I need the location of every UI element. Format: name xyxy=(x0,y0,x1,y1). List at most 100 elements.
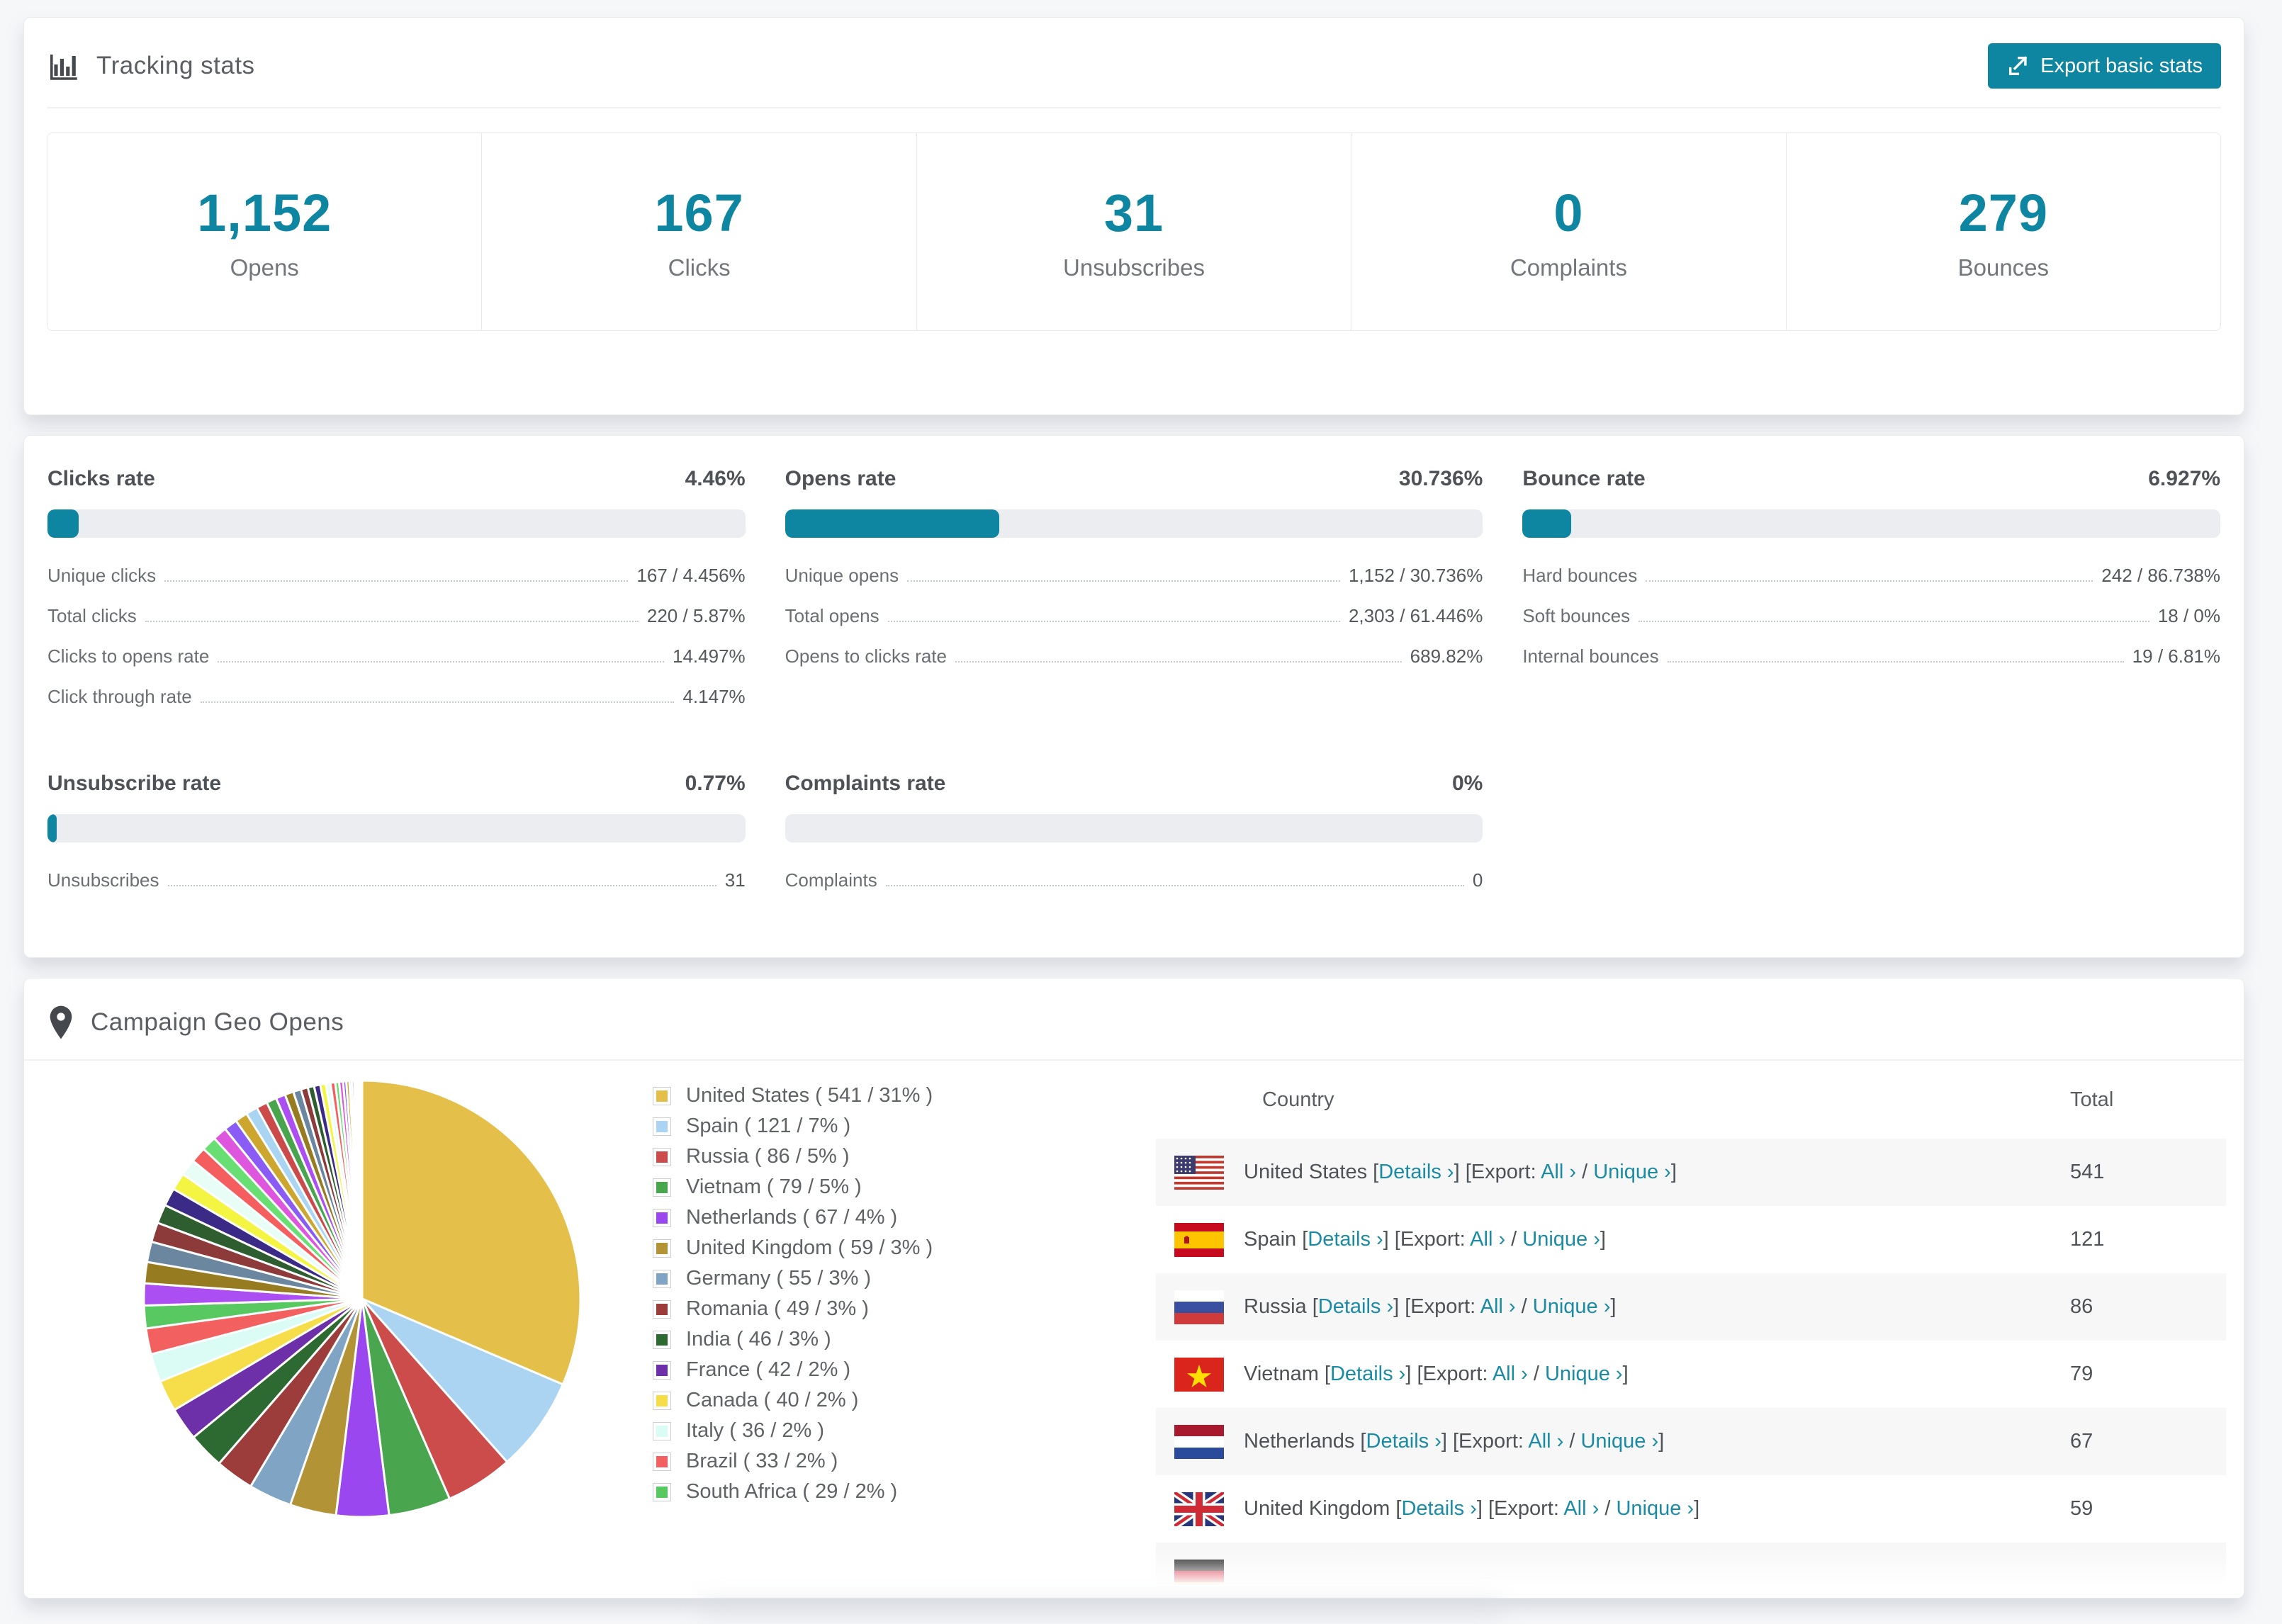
tracking-stats-card: Tracking stats Export basic stats 1,152 … xyxy=(23,17,2244,415)
dotted-leader xyxy=(1639,621,2149,622)
legend-label: Canada ( 40 / 2% ) xyxy=(686,1389,859,1411)
rate-stat-value: 689.82% xyxy=(1410,645,1483,667)
table-row-netherlands: Netherlands [Details ›] [Export: All › /… xyxy=(1156,1408,2226,1475)
legend-swatch xyxy=(653,1421,671,1440)
table-row-russia: Russia [Details ›] [Export: All › / Uniq… xyxy=(1156,1273,2226,1341)
flag-es-icon xyxy=(1174,1222,1224,1257)
rate-stat-row: Total clicks 220 / 5.87% xyxy=(47,605,746,627)
stat-box-unsubscribes: 31 Unsubscribes xyxy=(916,132,1352,331)
legend-swatch xyxy=(653,1178,671,1197)
geo-table-body: United States [Details ›] [Export: All ›… xyxy=(1156,1139,2226,1598)
rate-title: Opens rate xyxy=(785,467,896,490)
export-all-link[interactable]: All › xyxy=(1541,1161,1576,1183)
table-row-de xyxy=(1156,1543,2226,1598)
rate-stat-row: Complaints 0 xyxy=(785,869,1483,891)
legend-item-vietnam: Vietnam ( 79 / 5% ) xyxy=(653,1172,933,1202)
legend-label: Vietnam ( 79 / 5% ) xyxy=(686,1175,862,1198)
country-total: 79 xyxy=(2070,1363,2093,1385)
table-row-vietnam: Vietnam [Details ›] [Export: All › / Uni… xyxy=(1156,1341,2226,1408)
stat-box-bounces: 279 Bounces xyxy=(1785,132,2222,331)
flag-gb-icon xyxy=(1174,1492,1224,1526)
column-header-country: Country xyxy=(1262,1088,1334,1111)
legend-label: France ( 42 / 2% ) xyxy=(686,1358,851,1381)
rate-stat-value: 2,303 / 61.446% xyxy=(1348,605,1483,626)
rate-stat-value: 167 / 4.456% xyxy=(636,565,746,586)
legend-swatch xyxy=(653,1086,671,1105)
legend-label: Italy ( 36 / 2% ) xyxy=(686,1419,825,1442)
rate-stat-value: 1,152 / 30.736% xyxy=(1348,565,1483,586)
rate-stat-row: Unsubscribes 31 xyxy=(47,869,746,891)
country-cell-text: United States [Details ›] [Export: All ›… xyxy=(1244,1161,1677,1183)
rate-stat-label: Soft bounces xyxy=(1522,605,1631,626)
dotted-leader xyxy=(218,661,664,662)
rate-value: 30.736% xyxy=(1398,467,1483,490)
stat-value: 167 xyxy=(654,183,744,242)
rate-stat-label: Internal bounces xyxy=(1522,645,1659,667)
rate-stat-label: Total clicks xyxy=(47,605,137,626)
legend-item-canada: Canada ( 40 / 2% ) xyxy=(653,1385,933,1416)
export-basic-stats-button[interactable]: Export basic stats xyxy=(1988,43,2221,89)
legend-label: India ( 46 / 3% ) xyxy=(686,1328,831,1350)
pie-legend: United States ( 541 / 31% ) Spain ( 121 … xyxy=(653,1081,933,1507)
export-all-link[interactable]: All › xyxy=(1563,1497,1599,1520)
country-cell-text: Vietnam [Details ›] [Export: All › / Uni… xyxy=(1244,1363,1629,1385)
export-unique-link[interactable]: Unique › xyxy=(1616,1497,1694,1520)
rate-section-opens-rate: Opens rate 30.736% Unique opens 1,152 / … xyxy=(785,467,1483,726)
rate-stat-label: Clicks to opens rate xyxy=(47,645,210,667)
rate-stat-label: Unique clicks xyxy=(47,565,157,586)
dotted-leader xyxy=(887,621,1340,622)
rate-title: Bounce rate xyxy=(1522,467,1646,490)
export-all-link[interactable]: All › xyxy=(1493,1363,1528,1385)
country-total: 67 xyxy=(2070,1430,2093,1453)
legend-item-romania: Romania ( 49 / 3% ) xyxy=(653,1294,933,1324)
table-row-united-states: United States [Details ›] [Export: All ›… xyxy=(1156,1139,2226,1206)
legend-item-south-africa: South Africa ( 29 / 2% ) xyxy=(653,1477,933,1507)
export-all-link[interactable]: All › xyxy=(1470,1228,1505,1251)
stat-label: Unsubscribes xyxy=(1063,254,1205,281)
stat-box-clicks: 167 Clicks xyxy=(481,132,917,331)
rate-stat-label: Unique opens xyxy=(785,565,899,586)
flag-vn-icon xyxy=(1174,1357,1224,1392)
legend-item-brazil: Brazil ( 33 / 2% ) xyxy=(653,1446,933,1477)
rate-value: 4.46% xyxy=(685,467,746,490)
dotted-leader xyxy=(955,661,1402,662)
legend-swatch xyxy=(653,1208,671,1227)
export-button-label: Export basic stats xyxy=(2040,54,2203,77)
details-link[interactable]: Details › xyxy=(1308,1228,1383,1251)
legend-label: Russia ( 86 / 5% ) xyxy=(686,1145,850,1168)
details-link[interactable]: Details › xyxy=(1330,1363,1405,1385)
rate-title: Clicks rate xyxy=(47,467,155,490)
legend-swatch xyxy=(653,1391,671,1410)
details-link[interactable]: Details › xyxy=(1378,1161,1454,1183)
country-cell-text: Spain [Details ›] [Export: All › / Uniqu… xyxy=(1244,1228,1606,1251)
details-link[interactable]: Details › xyxy=(1366,1430,1441,1453)
rate-title: Unsubscribe rate xyxy=(47,772,222,795)
stat-value: 31 xyxy=(1103,183,1164,242)
stat-box-complaints: 0 Complaints xyxy=(1351,132,1787,331)
export-unique-link[interactable]: Unique › xyxy=(1545,1363,1623,1385)
legend-item-netherlands: Netherlands ( 67 / 4% ) xyxy=(653,1202,933,1233)
export-unique-link[interactable]: Unique › xyxy=(1533,1295,1611,1318)
stat-value: 1,152 xyxy=(197,183,332,242)
export-unique-link[interactable]: Unique › xyxy=(1522,1228,1600,1251)
column-header-total: Total xyxy=(2070,1088,2114,1111)
details-link[interactable]: Details › xyxy=(1318,1295,1393,1318)
campaign-geo-opens-card: Campaign Geo Opens United States ( 541 /… xyxy=(23,978,2244,1598)
legend-item-france: France ( 42 / 2% ) xyxy=(653,1355,933,1385)
page-bottom-shadow xyxy=(702,1600,1502,1618)
map-pin-icon xyxy=(47,1004,75,1041)
rate-stat-value: 0 xyxy=(1472,869,1483,891)
export-all-link[interactable]: All › xyxy=(1528,1430,1563,1453)
pie-slice-other[interactable] xyxy=(360,1079,364,1299)
dotted-leader xyxy=(167,885,716,886)
dotted-leader xyxy=(1667,661,2124,662)
export-unique-link[interactable]: Unique › xyxy=(1593,1161,1671,1183)
tracking-stats-header: Tracking stats Export basic stats xyxy=(24,18,2244,107)
rate-stat-row: Unique opens 1,152 / 30.736% xyxy=(785,565,1483,587)
geo-content: United States ( 541 / 31% ) Spain ( 121 … xyxy=(24,1061,2244,1598)
rates-grid: Clicks rate 4.46% Unique clicks 167 / 4.… xyxy=(24,436,2244,941)
rate-stat-row: Total opens 2,303 / 61.446% xyxy=(785,605,1483,627)
export-all-link[interactable]: All › xyxy=(1480,1295,1516,1318)
details-link[interactable]: Details › xyxy=(1401,1497,1476,1520)
export-unique-link[interactable]: Unique › xyxy=(1580,1430,1658,1453)
